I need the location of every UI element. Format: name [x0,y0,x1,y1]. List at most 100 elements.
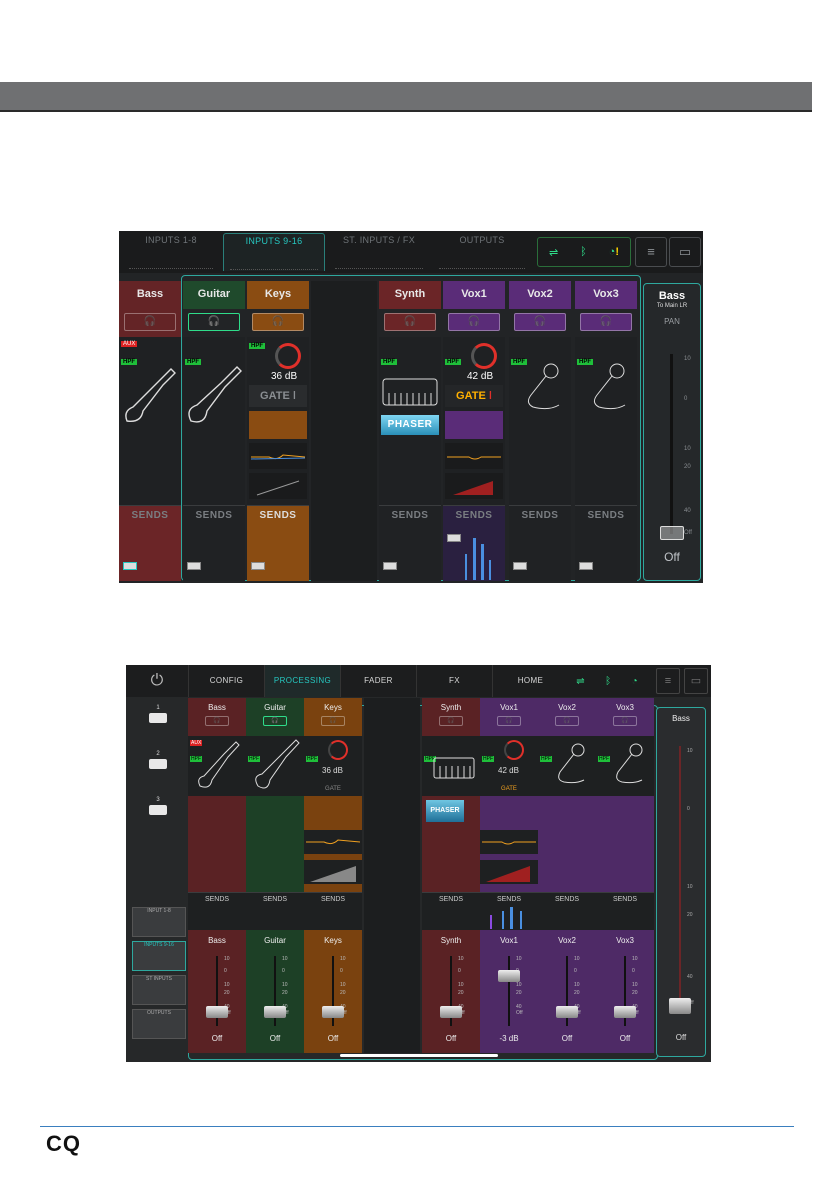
insert-area[interactable]: PHASER [422,796,480,892]
sends-area[interactable]: SENDS [575,505,637,581]
scroll-indicator[interactable] [340,1054,498,1057]
headphone-icon[interactable]: 🎧 [555,716,579,726]
tab-inputs-1-8[interactable]: INPUTS 1-8 [123,233,219,271]
menu-icon[interactable]: ≡ [656,668,680,694]
fader-cap[interactable] [440,1006,462,1018]
master-fader-cap[interactable] [660,526,684,540]
send-fader-cap[interactable] [383,562,397,570]
processing-area[interactable]: HPF [422,736,480,796]
sends-area[interactable]: SENDS [443,505,505,581]
headphone-icon[interactable]: 🎧 [384,313,436,331]
compressor-graph[interactable] [249,473,307,499]
tab-inputs-9-16[interactable]: INPUTS 9-16 [223,233,325,271]
channel-strip-vox3[interactable]: Vox3 🎧 HPF SENDS Vox3 10 0 10 20 40 Off … [596,698,654,1053]
channel-strip-bass[interactable]: Bass 🎧 AUX HPF SENDS [119,281,181,581]
scene-button-1[interactable]: 1 [146,705,170,723]
channel-strip-guitar[interactable]: Guitar 🎧 HPF SENDS [183,281,245,581]
master-fader-cap[interactable] [669,998,691,1014]
channel-strip-vox3[interactable]: Vox3 🎧 HPF SENDS [575,281,637,581]
gain-knob[interactable] [275,343,301,369]
sends-area[interactable]: SENDS [183,505,245,581]
channel-strip-synth[interactable]: Synth 🎧 HPF PHASER SENDS [379,281,441,581]
folder-icon[interactable]: ▭ [669,237,701,267]
headphone-icon[interactable]: 🎧 [188,313,240,331]
connection-status[interactable]: ⇌ ᛒ ◔! [537,237,631,267]
headphone-icon[interactable]: 🎧 [321,716,345,726]
minimap-inputs-1-8[interactable]: INPUT 1-8 [132,907,186,937]
insert-slot[interactable] [445,411,503,439]
processing-area[interactable]: HPF 36 dB GATE ǀ [247,337,309,505]
channel-strip-vox1[interactable]: Vox1 🎧 HPF 42 dB GATE ǀ SENDS [443,281,505,581]
fader-section[interactable]: Guitar 10 0 10 20 40 Off Off [246,930,304,1053]
scene-button-2[interactable]: 2 [146,751,170,769]
channel-strip-vox2[interactable]: Vox2 🎧 HPF SENDS Vox2 10 0 10 20 40 Off … [538,698,596,1053]
gate-button[interactable]: GATE ǀ [249,385,307,407]
master-fader-strip[interactable]: Bass 10 0 10 20 40 Off Off [656,707,706,1057]
processing-area[interactable]: HPF [246,736,304,796]
scene-button-3[interactable]: 3 [146,797,170,815]
processing-area[interactable]: HPF [538,736,596,796]
power-icon[interactable]: ⏻ [126,665,188,697]
headphone-icon[interactable]: 🎧 [580,313,632,331]
processing-area[interactable]: AUX HPF [119,337,181,505]
send-fader-cap[interactable] [187,562,201,570]
gain-knob[interactable] [471,343,497,369]
insert-area[interactable] [246,796,304,892]
eq-graph[interactable] [249,443,307,469]
channel-strip-keys[interactable]: Keys 🎧 HPF 36 dB GATE SENDS Keys 10 0 10… [304,698,362,1053]
sends-area[interactable]: SENDS [379,505,441,581]
sends-area[interactable]: SENDS [188,892,246,930]
processing-area[interactable]: HPF 42 dB GATE ǀ [443,337,505,505]
fader-cap[interactable] [206,1006,228,1018]
headphone-icon[interactable]: 🎧 [497,716,521,726]
channel-strip-vox2[interactable]: Vox2 🎧 HPF SENDS [509,281,571,581]
tab-processing[interactable]: PROCESSING [264,665,340,697]
fader-cap[interactable] [264,1006,286,1018]
headphone-icon[interactable]: 🎧 [514,313,566,331]
headphone-icon[interactable]: 🎧 [124,313,176,331]
minimap-st-inputs[interactable]: ST INPUTS [132,975,186,1005]
channel-strip-bass[interactable]: Bass 🎧 AUX HPF SENDS Bass 10 0 10 20 40 … [188,698,246,1053]
fader-section[interactable]: Vox1 10 0 10 20 40 Off -3 dB [480,930,538,1053]
fader-section[interactable]: Bass 10 0 10 20 40 Off Off [188,930,246,1053]
tab-fx[interactable]: FX [416,665,492,697]
gain-knob[interactable] [328,740,348,760]
send-fader-cap[interactable] [447,534,461,542]
headphone-icon[interactable]: 🎧 [448,313,500,331]
gate-button[interactable]: GATE [306,782,360,796]
compressor-graph[interactable] [445,473,503,499]
fader-section[interactable]: Keys 10 0 10 20 40 Off Off [304,930,362,1053]
processing-area[interactable]: HPF [509,337,571,505]
connection-status[interactable]: ⇌ ᛒ ◔ [566,669,648,693]
tab-home[interactable]: HOME [492,665,568,697]
processing-area[interactable]: HPF [183,337,245,505]
insert-slot[interactable] [249,411,307,439]
fader-cap[interactable] [556,1006,578,1018]
sends-area[interactable]: SENDS [304,892,362,930]
processing-area[interactable]: HPF PHASER [379,337,441,505]
sends-area[interactable]: SENDS [119,505,181,581]
master-fader-strip[interactable]: Bass To Main LR PAN 10 0 10 20 40 Off Of… [643,283,701,581]
gain-knob[interactable] [504,740,524,760]
insert-area[interactable] [188,796,246,892]
channel-strip-guitar[interactable]: Guitar 🎧 HPF SENDS Guitar 10 0 10 20 40 … [246,698,304,1053]
gate-button[interactable]: GATE [482,782,536,796]
channel-strip-synth[interactable]: Synth 🎧 HPF PHASER SENDS Synth 10 0 10 2… [422,698,480,1053]
phaser-fx-button[interactable]: PHASER [426,800,464,822]
sends-area[interactable]: SENDS [509,505,571,581]
send-fader-cap[interactable] [579,562,593,570]
channel-strip-vox1[interactable]: Vox1 🎧 HPF 42 dB GATE SENDS Vox1 10 0 10… [480,698,538,1053]
insert-area[interactable] [596,796,654,892]
processing-area[interactable]: HPF [596,736,654,796]
insert-area[interactable] [304,796,362,892]
folder-icon[interactable]: ▭ [684,668,708,694]
phaser-fx-button[interactable]: PHASER [381,415,439,435]
tab-outputs[interactable]: OUTPUTS [433,233,531,271]
menu-icon[interactable]: ≡ [635,237,667,267]
channel-strip-keys[interactable]: Keys 🎧 HPF 36 dB GATE ǀ SENDS [247,281,309,581]
fader-cap[interactable] [614,1006,636,1018]
headphone-icon[interactable]: 🎧 [252,313,304,331]
sends-area[interactable]: SENDS [538,892,596,930]
send-fader-cap[interactable] [251,562,265,570]
tab-config[interactable]: CONFIG [188,665,264,697]
